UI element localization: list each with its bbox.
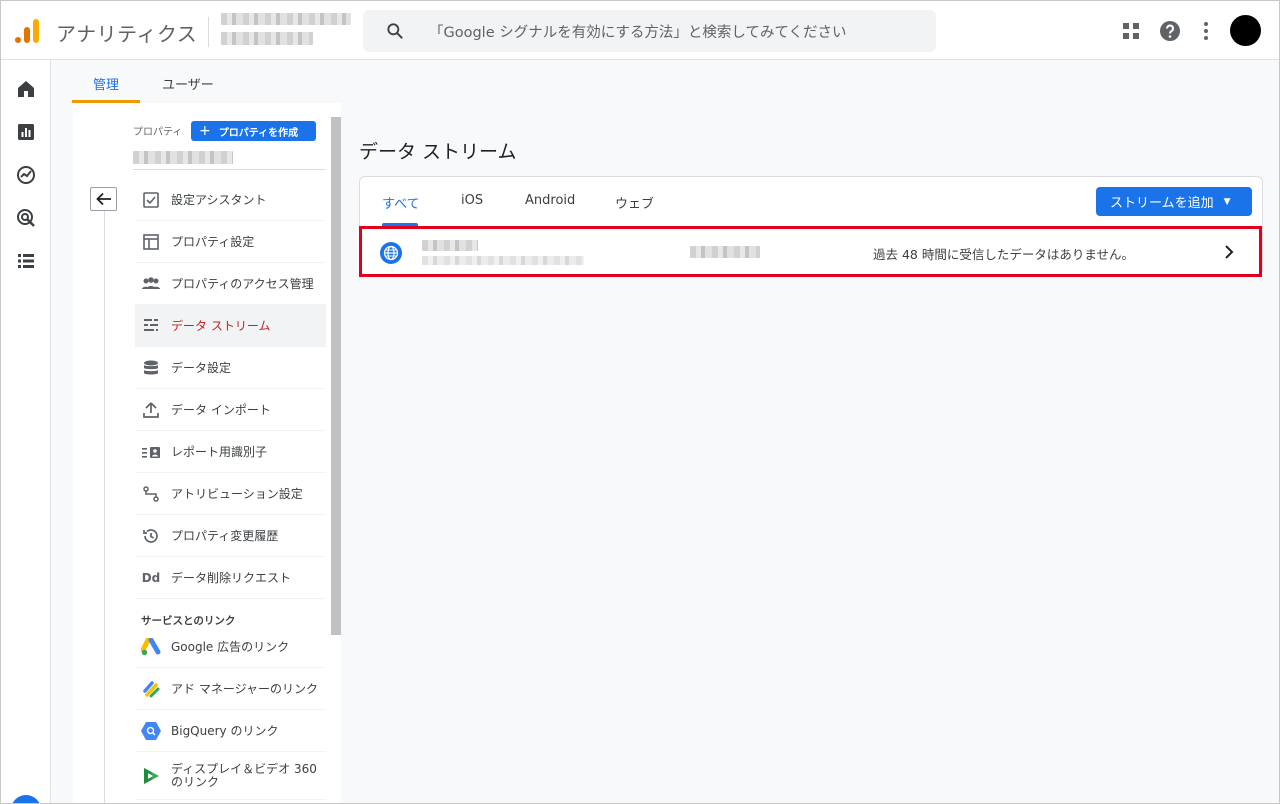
- bigquery-icon: [141, 721, 161, 741]
- property-settings-icon: [141, 232, 161, 252]
- menu-label: Google 広告のリンク: [171, 640, 290, 654]
- menu-label: データ設定: [171, 361, 232, 375]
- property-selector-redacted[interactable]: [133, 151, 233, 164]
- google-ads-icon: [141, 637, 161, 657]
- back-button[interactable]: [90, 187, 117, 211]
- analytics-logo[interactable]: [14, 18, 40, 44]
- search-placeholder[interactable]: 「Google シグナルを有効にする方法」と検索してみてください: [429, 21, 847, 42]
- attribution-icon: [141, 484, 161, 504]
- checklist-icon: [141, 190, 161, 210]
- menu-label: 設定アシスタント: [171, 193, 267, 207]
- tab-web[interactable]: ウェブ: [615, 193, 654, 212]
- ad-manager-icon: [141, 679, 161, 699]
- create-property-button[interactable]: + プロパティを作成: [191, 121, 316, 141]
- menu-label: データ インポート: [171, 403, 271, 417]
- arrow-back-icon: [95, 192, 111, 206]
- menu-label: BigQuery のリンク: [171, 724, 279, 738]
- search-icon: [387, 23, 403, 39]
- create-property-label: プロパティを作成: [218, 127, 299, 139]
- menu-label: ディスプレイ＆ビデオ 360 のリンク: [171, 761, 317, 789]
- menu-label: データ削除リクエスト: [171, 571, 292, 585]
- tab-user[interactable]: ユーザー: [162, 74, 214, 93]
- menu-label: アド マネージャーのリンク: [171, 682, 318, 696]
- menu-data-import[interactable]: データ インポート: [135, 389, 326, 431]
- plus-icon: +: [199, 123, 211, 139]
- add-stream-label: ストリームを追加: [1110, 196, 1214, 211]
- history-icon: [141, 526, 161, 546]
- dd-icon: Dd: [141, 570, 161, 585]
- caret-down-icon: ▼: [1223, 196, 1231, 207]
- menu-attribution-settings[interactable]: アトリビューション設定: [135, 473, 326, 515]
- menu-setup-assistant[interactable]: 設定アシスタント: [135, 179, 326, 221]
- menu-property-settings[interactable]: プロパティ設定: [135, 221, 326, 263]
- advertising-icon[interactable]: [16, 208, 36, 228]
- home-icon[interactable]: [16, 79, 36, 99]
- search-bar[interactable]: 「Google シグナルを有効にする方法」と検索してみてください: [363, 10, 936, 52]
- account-name-redacted[interactable]: [221, 13, 351, 25]
- tab-android[interactable]: Android: [525, 193, 575, 208]
- admin-gear-button[interactable]: [11, 795, 41, 803]
- property-label: プロパティ: [133, 127, 183, 138]
- menu-dv360-links[interactable]: ディスプレイ＆ビデオ 360 のリンク: [135, 752, 326, 800]
- help-icon[interactable]: [1159, 20, 1181, 42]
- dv360-line2: のリンク: [171, 774, 220, 789]
- menu-bigquery-links[interactable]: BigQuery のリンク: [135, 710, 326, 752]
- data-streams-icon: [141, 316, 161, 336]
- menu-data-streams[interactable]: データ ストリーム: [135, 305, 326, 347]
- menu-label: データ ストリーム: [171, 319, 271, 333]
- upload-icon: [141, 400, 161, 420]
- property-divider: [133, 169, 326, 170]
- menu-label: レポート用識別子: [171, 445, 268, 459]
- avatar[interactable]: [1230, 15, 1261, 46]
- title-divider: [208, 17, 209, 47]
- reports-icon[interactable]: [16, 122, 36, 142]
- annotation-highlight-box: [359, 226, 1262, 277]
- add-stream-button[interactable]: ストリームを追加 ▼: [1096, 187, 1252, 216]
- menu-change-history[interactable]: プロパティ変更履歴: [135, 515, 326, 557]
- explore-icon[interactable]: [16, 165, 36, 185]
- tab-all[interactable]: すべて: [382, 193, 420, 212]
- top-bar: アナリティクス 「Google シグナルを有効にする方法」と検索してみてください: [1, 1, 1279, 60]
- configure-list-icon[interactable]: [16, 251, 36, 271]
- nav-rail: [1, 60, 51, 803]
- admin-tabs: 管理 ユーザー: [51, 60, 1279, 103]
- app-title[interactable]: アナリティクス: [56, 18, 197, 47]
- database-icon: [141, 358, 161, 378]
- menu-label: アトリビューション設定: [171, 487, 303, 501]
- dv360-icon: [141, 766, 161, 786]
- menu-label: プロパティのアクセス管理: [171, 277, 314, 291]
- property-name-redacted[interactable]: [221, 32, 313, 45]
- tab-admin[interactable]: 管理: [93, 74, 119, 93]
- apps-grid-icon[interactable]: [1120, 20, 1142, 42]
- tab-ios[interactable]: iOS: [461, 193, 483, 208]
- property-scrollbar[interactable]: [331, 117, 341, 635]
- menu-label: プロパティ設定: [171, 235, 255, 249]
- menu-label: プロパティ変更履歴: [171, 529, 279, 543]
- menu-data-deletion[interactable]: Dd データ削除リクエスト: [135, 557, 326, 599]
- menu-access-management[interactable]: プロパティのアクセス管理: [135, 263, 326, 305]
- menu-google-ads-links[interactable]: Google 広告のリンク: [135, 626, 326, 668]
- page-title: データ ストリーム: [359, 141, 517, 163]
- people-icon: [141, 274, 161, 294]
- dv360-line1: ディスプレイ＆ビデオ 360: [171, 761, 317, 776]
- more-vert-icon[interactable]: [1195, 20, 1217, 42]
- menu-reporting-identity[interactable]: レポート用識別子: [135, 431, 326, 473]
- tree-line: [104, 211, 105, 803]
- identifier-icon: [141, 442, 161, 462]
- menu-ad-manager-links[interactable]: アド マネージャーのリンク: [135, 668, 326, 710]
- menu-data-settings[interactable]: データ設定: [135, 347, 326, 389]
- property-column: プロパティ + プロパティを作成 設定アシスタント プロパティ設定 プロパティの…: [73, 103, 341, 803]
- app-frame: アナリティクス 「Google シグナルを有効にする方法」と検索してみてください: [0, 0, 1280, 804]
